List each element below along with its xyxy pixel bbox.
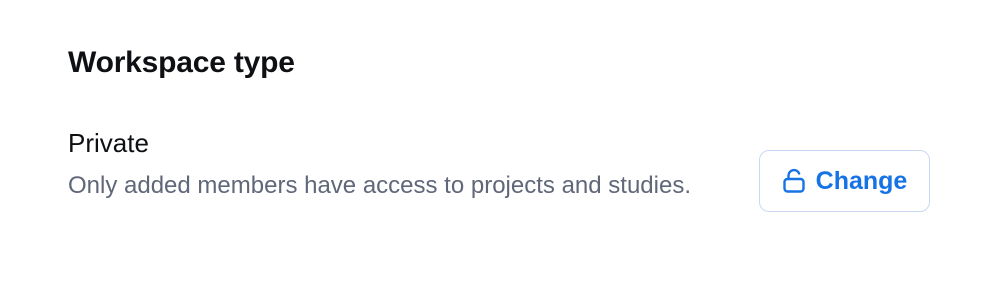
unlock-icon	[782, 168, 806, 194]
change-button-label: Change	[815, 167, 908, 195]
workspace-type-value: Private	[68, 128, 149, 158]
section-title: Workspace type	[68, 46, 295, 79]
workspace-type-setting: Private Only added members have access t…	[68, 124, 932, 244]
change-workspace-type-button[interactable]: Change	[759, 150, 930, 212]
setting-text: Private Only added members have access t…	[68, 124, 728, 206]
workspace-type-description: Only added members have access to projec…	[68, 172, 691, 199]
